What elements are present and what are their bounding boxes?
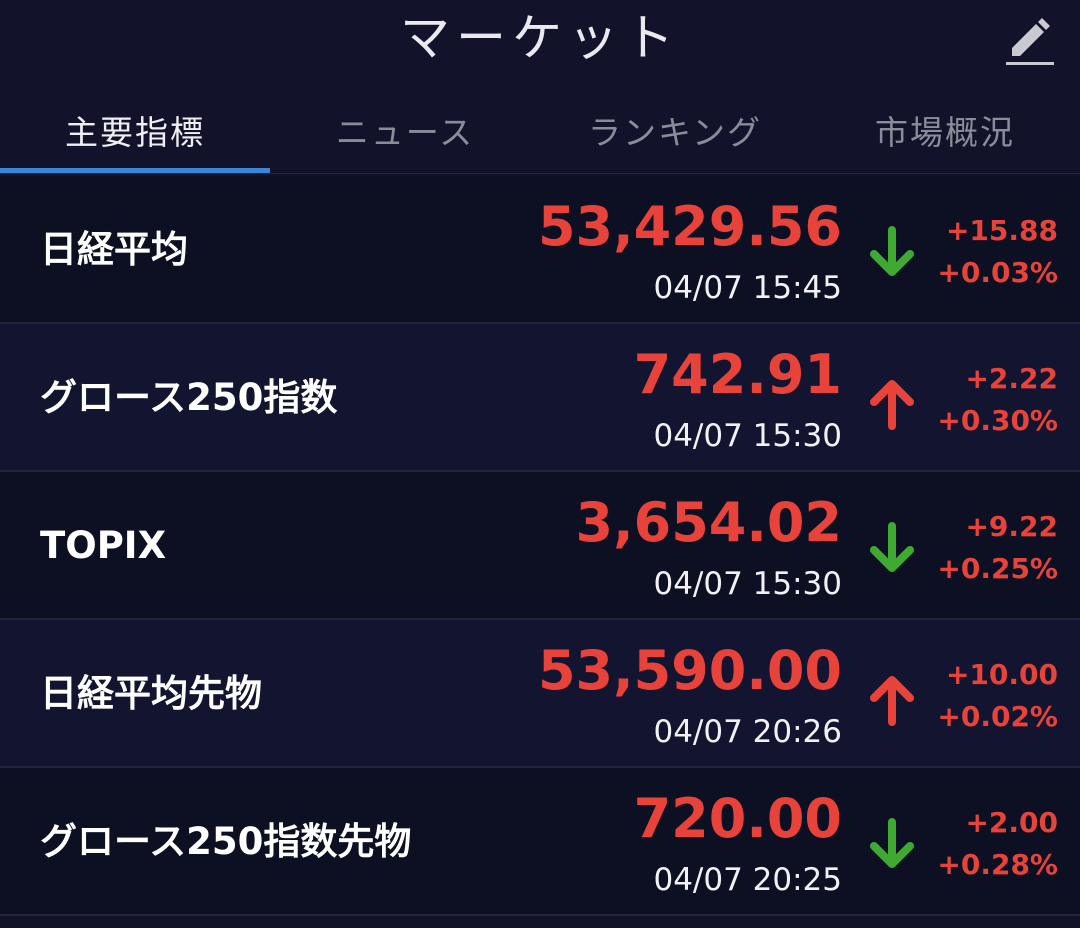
index-price: 720.00	[633, 787, 842, 850]
change-percent: +0.02%	[937, 700, 1058, 733]
change-percent: +0.25%	[937, 552, 1058, 585]
index-timestamp: 04/07 15:30	[653, 566, 842, 602]
index-row-topix[interactable]: TOPIX 3,654.02 04/07 15:30 +9.22 +0.25%	[0, 472, 1080, 620]
tab-ranking[interactable]: ランキング	[540, 92, 810, 173]
index-row-nikkei-futures[interactable]: 日経平均先物 53,590.00 04/07 20:26 +10.00 +0.0…	[0, 620, 1080, 768]
index-price: 53,590.00	[537, 639, 842, 702]
arrow-down-icon	[870, 522, 914, 572]
index-name: 日経平均先物	[40, 672, 262, 715]
index-name: TOPIX	[40, 524, 167, 567]
change-value: +9.22	[965, 510, 1058, 543]
index-list: 日経平均 53,429.56 04/07 15:45 +15.88 +0.03%…	[0, 176, 1080, 916]
arrow-up-icon	[870, 380, 914, 430]
index-price: 3,654.02	[575, 491, 842, 554]
index-change: +2.22 +0.30%	[937, 358, 1058, 442]
index-row-growth250[interactable]: グロース250指数 742.91 04/07 15:30 +2.22 +0.30…	[0, 324, 1080, 472]
index-name: グロース250指数	[40, 376, 338, 419]
index-change: +2.00 +0.28%	[937, 802, 1058, 886]
tab-bar: 主要指標 ニュース ランキング 市場概況	[0, 92, 1080, 174]
index-timestamp: 04/07 20:25	[653, 862, 842, 898]
change-value: +2.22	[965, 362, 1058, 395]
index-timestamp: 04/07 15:45	[653, 270, 842, 306]
index-name: 日経平均	[40, 228, 188, 271]
tab-news[interactable]: ニュース	[270, 92, 540, 173]
change-value: +15.88	[945, 214, 1058, 247]
index-change: +10.00 +0.02%	[937, 654, 1058, 738]
app-header: マーケット	[0, 0, 1080, 85]
index-timestamp: 04/07 20:26	[653, 714, 842, 750]
arrow-up-icon	[870, 676, 914, 726]
index-row-nikkei[interactable]: 日経平均 53,429.56 04/07 15:45 +15.88 +0.03%	[0, 176, 1080, 324]
page-title: マーケット	[400, 9, 680, 67]
market-screen: マーケット 主要指標 ニュース ランキング 市場概況 日経平均 53,429.5…	[0, 0, 1080, 928]
index-change: +9.22 +0.25%	[937, 506, 1058, 590]
change-value: +10.00	[945, 658, 1058, 691]
change-percent: +0.03%	[937, 256, 1058, 289]
index-price: 53,429.56	[537, 195, 842, 258]
change-percent: +0.30%	[937, 404, 1058, 437]
index-timestamp: 04/07 15:30	[653, 418, 842, 454]
edit-button[interactable]	[1000, 12, 1060, 72]
pencil-icon	[1006, 18, 1054, 65]
change-value: +2.00	[965, 806, 1058, 839]
index-row-growth250-futures[interactable]: グロース250指数先物 720.00 04/07 20:25 +2.00 +0.…	[0, 768, 1080, 916]
change-percent: +0.28%	[937, 848, 1058, 881]
index-price: 742.91	[633, 343, 842, 406]
arrow-down-icon	[870, 226, 914, 276]
tab-major-indices[interactable]: 主要指標	[0, 92, 270, 173]
index-name: グロース250指数先物	[40, 820, 412, 863]
tab-market-overview[interactable]: 市場概況	[810, 92, 1080, 173]
arrow-down-icon	[870, 818, 914, 868]
index-change: +15.88 +0.03%	[937, 210, 1058, 294]
